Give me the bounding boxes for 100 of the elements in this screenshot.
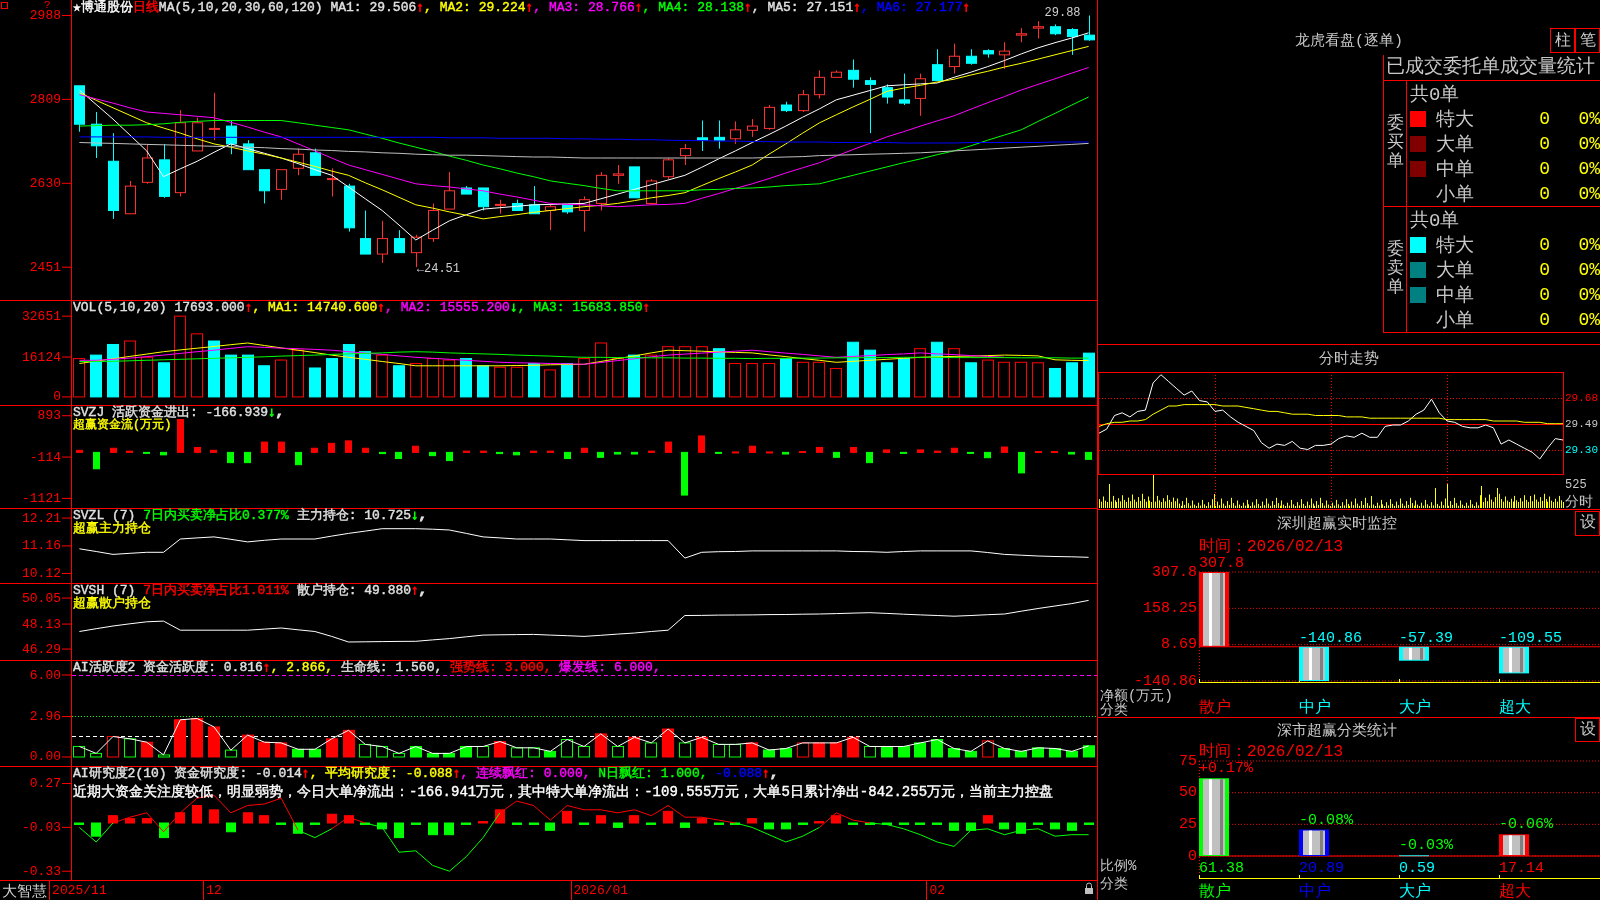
bar [965, 362, 977, 398]
bar [882, 822, 892, 825]
bar [327, 813, 337, 824]
axis-label: 0 [1188, 847, 1197, 865]
legend-text: VOL(5,10,20) 17693.000 [73, 301, 245, 314]
legend-text: ★博通股份 [73, 1, 133, 14]
change-label: -0.06% [1499, 816, 1553, 834]
settings-button[interactable]: 设 [1575, 718, 1600, 742]
legend-text: , MA3: 28.766 [533, 1, 635, 14]
bar [545, 822, 555, 831]
candlestick [74, 85, 85, 133]
bar [91, 822, 101, 837]
axis-label: 6.00 [29, 667, 61, 683]
bar [310, 822, 320, 825]
bar [90, 752, 102, 758]
trend-arrow: ↑ [642, 301, 651, 314]
bar [1051, 451, 1058, 454]
bar [949, 822, 959, 831]
trend-arrow: ↑ [525, 1, 534, 14]
bar [461, 822, 471, 825]
bar [159, 822, 169, 839]
value-label: 20.89 [1299, 860, 1344, 877]
bar [781, 822, 791, 830]
table-cell: 0% [1578, 260, 1600, 280]
candlestick [243, 139, 254, 171]
bar [477, 365, 489, 398]
bar [847, 341, 859, 398]
view-button[interactable]: 柱 [1550, 28, 1575, 53]
group-label: 委卖单 [1386, 241, 1404, 298]
legend-text: 日线 [132, 1, 159, 14]
bar [749, 445, 756, 453]
candlestick [932, 48, 943, 82]
candlestick [865, 76, 876, 134]
candlestick [259, 169, 270, 204]
bar [1015, 361, 1027, 398]
bar [480, 450, 487, 453]
axis-label: 25 [1179, 815, 1197, 833]
brand-name: 大智慧 [2, 884, 47, 900]
bar [697, 818, 707, 824]
bar [764, 822, 774, 830]
bar [477, 745, 489, 758]
bar [850, 446, 857, 453]
legend-text: N日飘红: 1.000, [597, 767, 708, 780]
bar [463, 450, 470, 453]
candlestick [1016, 27, 1027, 43]
bar [194, 446, 201, 453]
pane-caption: 近期大资金关注度较低，明显弱势，今日大单净流出：-166.941万元，其中特大单净流出：-109.555万元，大单5日累计净出-842.255万元，当前主力控盘 [73, 786, 1054, 799]
bar [662, 346, 674, 398]
candlestick [915, 73, 926, 117]
bar [311, 447, 318, 453]
candlestick [1050, 23, 1061, 36]
bar [732, 451, 739, 454]
chart-subtitle: 时间：2026/02/13 [1199, 743, 1343, 761]
table-cell: 0% [1578, 310, 1600, 330]
bar [564, 451, 571, 460]
panel-title: 分时走势 [1319, 349, 1379, 368]
pane-caption: 超赢散户持仓 [73, 597, 151, 610]
legend-text: 主力持仓: 10.725 [295, 509, 412, 522]
bar [326, 358, 338, 398]
bar [1050, 822, 1060, 830]
candlestick [730, 120, 741, 145]
bar [429, 451, 436, 457]
bar [410, 745, 422, 758]
bar [258, 741, 270, 758]
candlestick [831, 69, 842, 78]
bar [191, 333, 203, 398]
axis-label: 75 [1179, 752, 1197, 770]
candlestick [882, 83, 893, 105]
bar [478, 821, 488, 824]
bar [427, 752, 439, 758]
change-label: -0.03% [1399, 837, 1453, 855]
axis-label: 50.05 [22, 590, 61, 606]
view-button[interactable]: 笔 [1575, 28, 1600, 53]
bar [561, 739, 573, 758]
change-label: +0.17% [1199, 760, 1253, 778]
bar [865, 822, 875, 825]
bar [967, 451, 974, 454]
bar [275, 359, 287, 398]
bar [511, 747, 523, 758]
bar [648, 450, 655, 453]
settings-button[interactable]: 设 [1575, 510, 1600, 536]
panel-title: 深市超赢分类统计 [1276, 721, 1397, 740]
category-label: 中户 [1299, 699, 1331, 717]
bar [444, 822, 454, 836]
row-label: 中单 [1436, 284, 1474, 308]
bar [513, 451, 520, 456]
bar [830, 742, 842, 758]
category-label: 散户 [1199, 883, 1231, 900]
trend-arrow: ↑ [962, 1, 971, 14]
bar [982, 740, 994, 758]
candlestick [697, 119, 708, 152]
change-label: -0.08% [1299, 811, 1353, 829]
value-label: -140.86 [1299, 629, 1362, 647]
bar [799, 451, 806, 454]
bar [934, 450, 941, 453]
row-label: 特大 [1436, 234, 1474, 258]
bar [528, 747, 540, 758]
bar [209, 809, 219, 824]
table-cell: 0 [1539, 285, 1550, 305]
bar [359, 743, 371, 758]
